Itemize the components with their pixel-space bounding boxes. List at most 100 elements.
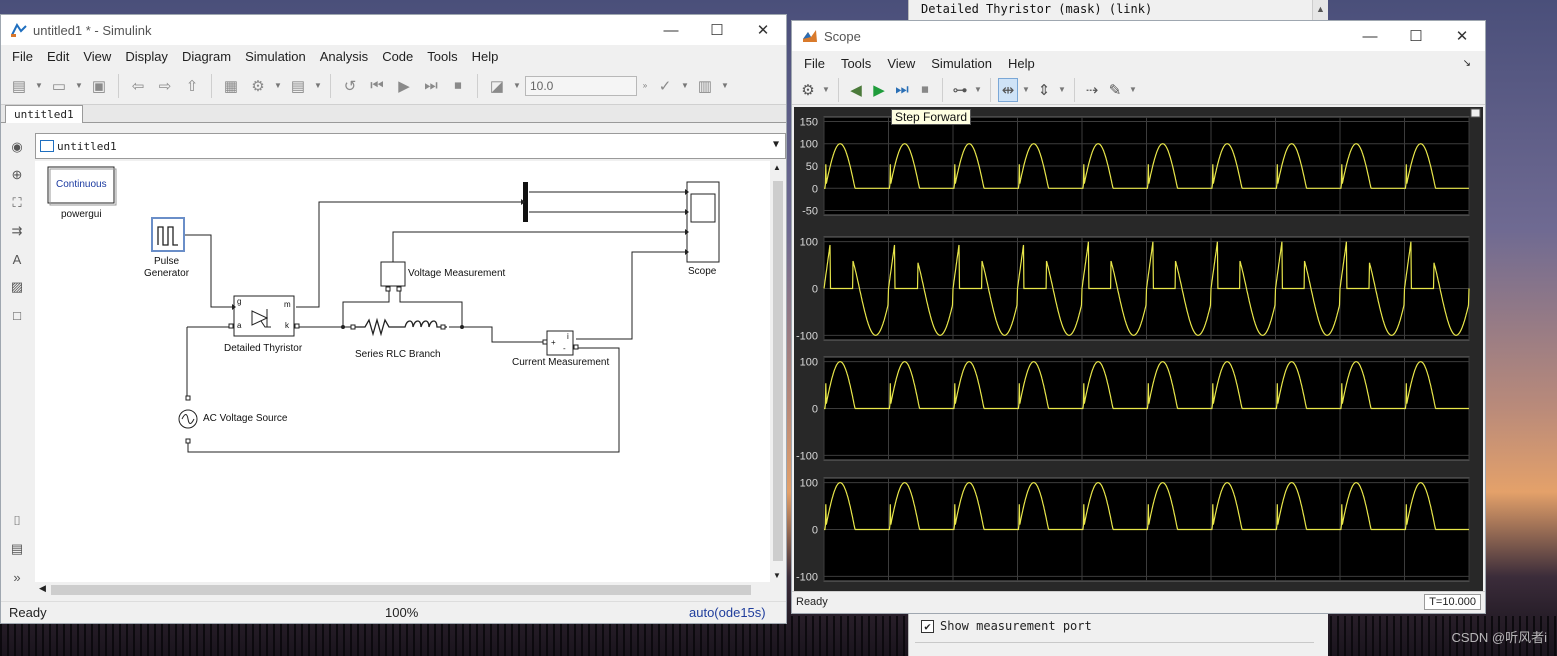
open-folder-icon[interactable]: ▭ xyxy=(47,74,71,98)
record-icon[interactable]: ◪ xyxy=(485,74,509,98)
scope-close-button[interactable]: ✕ xyxy=(1439,21,1485,51)
library-browser-icon[interactable]: ▦ xyxy=(219,74,243,98)
breadcrumb-model[interactable]: untitled1 xyxy=(57,140,117,153)
menu-display[interactable]: Display xyxy=(118,49,175,64)
run-icon[interactable]: ▶ xyxy=(392,74,416,98)
menu-help[interactable]: Help xyxy=(465,49,506,64)
toolbar-overflow-icon[interactable]: » xyxy=(640,81,650,90)
scale-dropdown-icon[interactable]: ▼ xyxy=(1057,85,1067,94)
tab-untitled1[interactable]: untitled1 xyxy=(5,105,83,123)
forward-arrow-icon[interactable]: ⇨ xyxy=(153,74,177,98)
up-arrow-icon[interactable]: ⇧ xyxy=(180,74,204,98)
hide-browser-icon[interactable]: ◉ xyxy=(1,133,33,161)
menu-code[interactable]: Code xyxy=(375,49,420,64)
back-arrow-icon[interactable]: ⇦ xyxy=(126,74,150,98)
checkbox-icon[interactable]: ✔ xyxy=(921,619,934,633)
scope-menu-help[interactable]: Help xyxy=(1000,56,1043,71)
new-model-icon[interactable]: ▤ xyxy=(7,74,31,98)
expand-icon[interactable]: » xyxy=(1,563,33,591)
current-plus-label: + xyxy=(551,338,556,347)
model-explorer-icon[interactable]: ▤ xyxy=(286,74,310,98)
menu-view[interactable]: View xyxy=(76,49,118,64)
open-dropdown-icon[interactable]: ▼ xyxy=(74,81,84,90)
measurements-icon[interactable]: ✎ xyxy=(1105,78,1125,102)
menu-file[interactable]: File xyxy=(5,49,40,64)
triggers-icon[interactable]: ⇢ xyxy=(1082,78,1102,102)
maximize-button[interactable]: ☐ xyxy=(694,15,740,45)
explorer-dropdown-icon[interactable]: ▼ xyxy=(313,81,323,90)
close-button[interactable]: ✕ xyxy=(740,15,786,45)
scope-menu-file[interactable]: File xyxy=(796,56,833,71)
minimize-button[interactable]: — xyxy=(648,15,694,45)
settings-dropdown-icon[interactable]: ▼ xyxy=(821,85,831,94)
y-tick-label: 0 xyxy=(812,525,818,537)
breadcrumb-dropdown-icon[interactable]: ▼ xyxy=(773,139,779,150)
new-dropdown-icon[interactable]: ▼ xyxy=(34,81,44,90)
camera-icon[interactable]: ⌷ xyxy=(1,507,33,535)
scope-screen-icon xyxy=(690,193,716,223)
scroll-up-icon[interactable]: ▲ xyxy=(773,163,781,172)
build-dropdown-icon[interactable]: ▼ xyxy=(720,81,730,90)
stop-icon[interactable]: ⏹ xyxy=(446,74,470,98)
scrollbar-thumb[interactable] xyxy=(51,585,751,595)
scope-maximize-button[interactable]: ☐ xyxy=(1393,21,1439,51)
solver-link[interactable]: auto(ode15s) xyxy=(689,605,766,620)
report-icon[interactable]: ▤ xyxy=(1,535,33,563)
highlight-block-icon[interactable]: ⊶ xyxy=(950,78,970,102)
area-icon[interactable]: □ xyxy=(1,301,33,329)
step-back-sim-icon[interactable]: ⏮ xyxy=(365,74,389,98)
zoom-icon[interactable]: ⊕ xyxy=(1,161,33,189)
save-icon[interactable]: ▣ xyxy=(87,74,111,98)
horizontal-scrollbar[interactable]: ◀ xyxy=(35,582,770,598)
scope-menu-view[interactable]: View xyxy=(879,56,923,71)
dock-icon[interactable]: ↘ xyxy=(1455,58,1479,69)
show-measurement-port-checkbox[interactable]: ✔ Show measurement port xyxy=(921,619,1092,633)
image-icon[interactable]: ▨ xyxy=(1,273,33,301)
simulink-menubar: File Edit View Display Diagram Simulatio… xyxy=(1,45,786,67)
step-forward-icon[interactable]: ⏭ xyxy=(419,74,443,98)
step-back-icon[interactable]: ◀ xyxy=(846,78,866,102)
record-dropdown-icon[interactable]: ▼ xyxy=(512,81,522,90)
scrollbar-thumb[interactable] xyxy=(773,181,783,561)
model-canvas[interactable]: Continuous powergui Pulse Generator g a … xyxy=(35,161,770,582)
scope-menu-tools[interactable]: Tools xyxy=(833,56,879,71)
arrows-icon[interactable]: ⇉ xyxy=(1,217,33,245)
scope-statusbar: Ready T=10.000 xyxy=(792,591,1485,613)
advisor-dropdown-icon[interactable]: ▼ xyxy=(680,81,690,90)
fit-view-icon[interactable]: ⛶ xyxy=(1,189,33,217)
y-tick-label: -100 xyxy=(796,571,818,583)
scope-menu-simulation[interactable]: Simulation xyxy=(923,56,1000,71)
scroll-down-icon[interactable]: ▼ xyxy=(773,571,781,580)
run-icon[interactable]: ▶ xyxy=(869,78,889,102)
vertical-scrollbar[interactable]: ▲ ▼ xyxy=(770,161,786,582)
annotation-icon[interactable]: A xyxy=(1,245,33,273)
scroll-left-icon[interactable]: ◀ xyxy=(39,583,46,594)
scope-menubar: File Tools View Simulation Help ↘ xyxy=(792,51,1485,75)
menu-tools[interactable]: Tools xyxy=(420,49,464,64)
menu-analysis[interactable]: Analysis xyxy=(313,49,375,64)
scale-axes-icon[interactable]: ⇕ xyxy=(1034,78,1054,102)
settings-dropdown-icon[interactable]: ▼ xyxy=(273,81,283,90)
stop-time-input[interactable] xyxy=(525,75,637,96)
scroll-up-button[interactable]: ▲ xyxy=(1312,0,1328,20)
voltage-measurement-block[interactable] xyxy=(380,261,406,287)
zoom-x-icon[interactable]: ⇹ xyxy=(998,77,1018,102)
scope-settings-icon[interactable]: ⚙ xyxy=(798,78,818,102)
step-back-icon[interactable]: ↺ xyxy=(338,74,362,98)
build-icon[interactable]: ▥ xyxy=(693,74,717,98)
scope-plot-area[interactable]: Step Forward -50 0 50 100 150 -100 0 100 -100 0 10… xyxy=(794,107,1483,591)
model-advisor-icon[interactable]: ✓ xyxy=(653,74,677,98)
rlc-symbol[interactable] xyxy=(353,317,447,337)
stop-icon[interactable]: ⏹ xyxy=(915,78,935,102)
menu-diagram[interactable]: Diagram xyxy=(175,49,238,64)
scope-minimize-button[interactable]: — xyxy=(1347,21,1393,51)
scope-titlebar: Scope — ☐ ✕ xyxy=(792,21,1485,51)
zoom-dropdown-icon[interactable]: ▼ xyxy=(1021,85,1031,94)
step-forward-icon[interactable]: ⏭ xyxy=(892,78,912,102)
undock-icon xyxy=(1470,108,1481,118)
menu-edit[interactable]: Edit xyxy=(40,49,76,64)
highlight-dropdown-icon[interactable]: ▼ xyxy=(973,85,983,94)
settings-gear-icon[interactable]: ⚙ xyxy=(246,74,270,98)
measurements-dropdown-icon[interactable]: ▼ xyxy=(1128,85,1138,94)
menu-simulation[interactable]: Simulation xyxy=(238,49,313,64)
